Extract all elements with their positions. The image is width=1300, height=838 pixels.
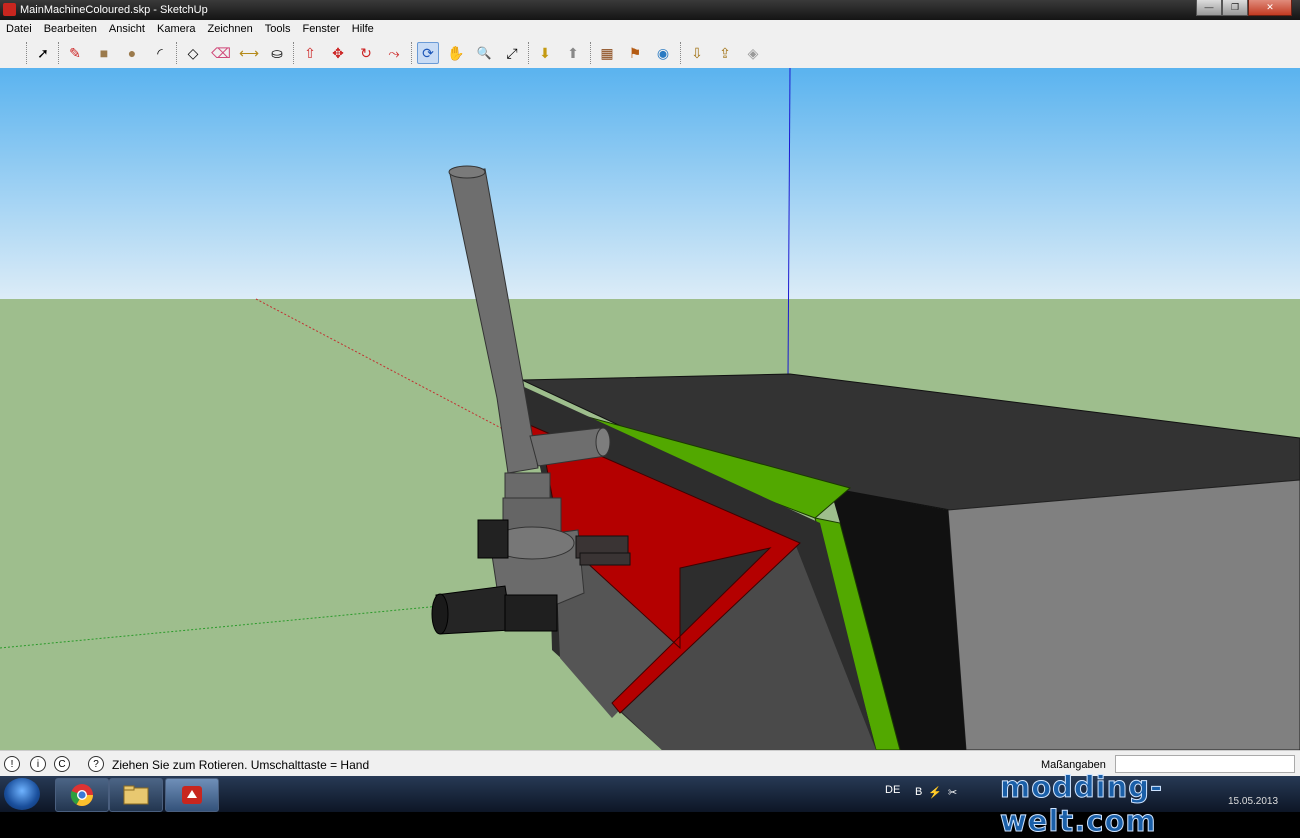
toggle-terrain-icon[interactable]: ⇪ [714, 42, 736, 64]
tools-tray-icon[interactable]: ✂ [948, 786, 957, 799]
chrome-taskbar-button[interactable] [55, 778, 109, 812]
user-icon[interactable]: C [54, 756, 70, 772]
position-camera-icon[interactable]: ⚑ [624, 42, 646, 64]
help-icon[interactable]: ? [88, 756, 104, 772]
pipe-branch-end [595, 427, 611, 457]
minimize-button[interactable]: — [1196, 0, 1222, 16]
start-button[interactable] [4, 778, 40, 810]
window-controls: — ❐ ✕ [1196, 0, 1292, 16]
rectangle-tool-icon[interactable]: ■ [93, 42, 115, 64]
chrome-icon [70, 784, 93, 806]
maximize-button[interactable]: ❐ [1222, 0, 1248, 16]
window-title: MainMachineColoured.skp - SketchUp [20, 4, 208, 16]
b-tray-icon[interactable]: B [915, 786, 922, 799]
zoom-tool-icon[interactable]: 🔍 [473, 42, 495, 64]
follow-me-icon[interactable]: ⤳ [383, 42, 405, 64]
line-tool-icon[interactable]: ✎ [64, 42, 86, 64]
select-tool-icon[interactable]: ➚ [32, 42, 54, 64]
toolbar-grip[interactable] [411, 42, 415, 64]
title-bar: MainMachineColoured.skp - SketchUp — ❐ ✕ [0, 0, 1300, 20]
pan-tool-icon[interactable]: ✋ [445, 42, 467, 64]
credits-icon[interactable]: i [30, 756, 46, 772]
hydraulic-line-lower [579, 552, 631, 566]
watermark: modding-welt.com [1000, 770, 1164, 838]
zoom-extents-icon[interactable]: ⤢ [501, 42, 523, 64]
get-current-view-icon[interactable]: ⇩ [686, 42, 708, 64]
tape-measure-icon[interactable]: ⟷ [238, 42, 260, 64]
network-tray-icon[interactable]: ⚡ [928, 786, 942, 799]
circle-tool-icon[interactable]: ● [121, 42, 143, 64]
google-earth-icon[interactable]: ◉ [652, 42, 674, 64]
folder-icon [123, 785, 149, 805]
orbit-tool-icon[interactable]: ⟳ [417, 42, 439, 64]
explorer-taskbar-button[interactable] [109, 778, 163, 812]
make-component-icon[interactable]: ◇ [182, 42, 204, 64]
pipe-opening [448, 165, 486, 179]
status-message: Ziehen Sie zum Rotieren. Umschalttaste =… [112, 758, 370, 772]
menu-zeichnen[interactable]: Zeichnen [202, 23, 259, 35]
menu-kamera[interactable]: Kamera [151, 23, 202, 35]
motor-end-cap [431, 593, 449, 635]
menu-datei[interactable]: Datei [0, 23, 38, 35]
toolbar-grip[interactable] [680, 42, 684, 64]
place-model-icon[interactable]: ◈ [742, 42, 764, 64]
get-models-icon[interactable]: ⬇ [534, 42, 556, 64]
arc-tool-icon[interactable]: ◜ [149, 42, 171, 64]
machine-side-face [947, 479, 1300, 750]
share-model-icon[interactable]: ⬆ [562, 42, 584, 64]
toolbar-grip[interactable] [590, 42, 594, 64]
model-viewport[interactable] [0, 68, 1300, 750]
toolbar-grip[interactable] [58, 42, 62, 64]
menu-bar: Datei Bearbeiten Ansicht Kamera Zeichnen… [0, 20, 1300, 37]
move-tool-icon[interactable]: ✥ [327, 42, 349, 64]
scene-canvas[interactable] [0, 68, 1300, 750]
close-button[interactable]: ✕ [1248, 0, 1292, 16]
toolbar-grip[interactable] [26, 42, 30, 64]
sketchup-icon [182, 786, 202, 804]
language-indicator[interactable]: DE [885, 784, 900, 796]
menu-hilfe[interactable]: Hilfe [346, 23, 380, 35]
geo-location-icon[interactable]: ! [4, 756, 20, 772]
menu-tools[interactable]: Tools [259, 23, 297, 35]
menu-ansicht[interactable]: Ansicht [103, 23, 151, 35]
toolbar-grip[interactable] [293, 42, 297, 64]
eraser-tool-icon[interactable]: ⌫ [210, 42, 232, 64]
sky [0, 68, 1300, 299]
menu-bearbeiten[interactable]: Bearbeiten [38, 23, 103, 35]
main-toolbar: ➚ ✎ ■ ● ◜ ◇ ⌫ ⟷ ⛀ ⇧ ✥ ↻ ⤳ ⟳ ✋ 🔍 ⤢ ⬇ ⬆ ▦ … [0, 37, 1300, 69]
sketchup-app-icon [3, 3, 16, 16]
system-tray: B ⚡ ✂ [915, 786, 957, 799]
push-pull-icon[interactable]: ⇧ [299, 42, 321, 64]
menu-fenster[interactable]: Fenster [296, 23, 345, 35]
rotate-tool-icon[interactable]: ↻ [355, 42, 377, 64]
toolbar-grip[interactable] [176, 42, 180, 64]
toolbar-grip[interactable] [528, 42, 532, 64]
motor-small [477, 519, 509, 559]
sketchup-taskbar-button[interactable] [165, 778, 219, 812]
motor-mount [504, 594, 558, 632]
paint-bucket-icon[interactable]: ⛀ [266, 42, 288, 64]
share-component-icon[interactable]: ▦ [596, 42, 618, 64]
